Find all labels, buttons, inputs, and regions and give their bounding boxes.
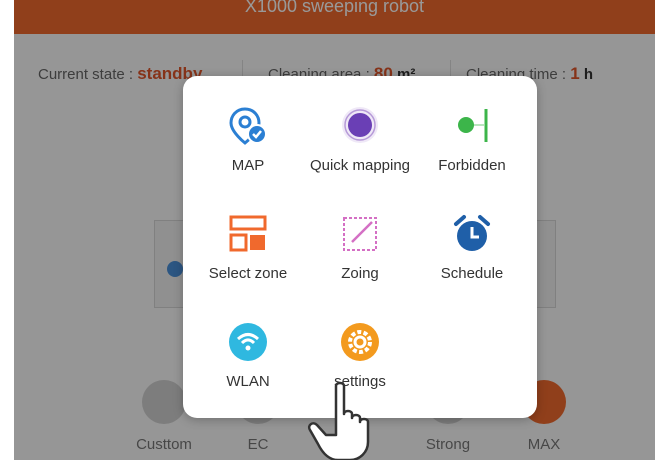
menu-item-zoing[interactable]: Zoing <box>301 214 419 314</box>
menu-item-map[interactable]: MAP <box>189 106 307 206</box>
menu-item-schedule[interactable]: Schedule <box>413 214 531 314</box>
virtual-wall-icon <box>458 109 488 142</box>
menu-item-label: Schedule <box>440 265 504 282</box>
radar-circle-icon <box>342 107 378 143</box>
menu-item-label: Forbidden <box>438 157 506 174</box>
menu-item-label: WLAN <box>226 373 270 390</box>
function-menu-popup: MAP Quick mapping Forbidden Select zone <box>183 76 537 418</box>
wifi-icon <box>229 323 267 361</box>
pointing-hand-icon <box>308 381 370 460</box>
map-pin-check-icon <box>229 107 267 145</box>
alarm-clock-icon <box>454 215 490 251</box>
menu-item-label: MAP <box>231 157 265 174</box>
zoning-icon <box>343 217 377 251</box>
menu-item-forbidden[interactable]: Forbidden <box>413 106 531 206</box>
zone-select-icon <box>229 215 267 252</box>
menu-item-select-zone[interactable]: Select zone <box>189 214 307 314</box>
menu-item-label: Select zone <box>208 265 288 282</box>
menu-item-label: Quick mapping <box>309 157 411 174</box>
gear-icon <box>341 323 379 361</box>
menu-item-label: Zoing <box>341 265 379 282</box>
menu-item-quick-mapping[interactable]: Quick mapping <box>301 106 419 206</box>
menu-item-wlan[interactable]: WLAN <box>189 322 307 422</box>
